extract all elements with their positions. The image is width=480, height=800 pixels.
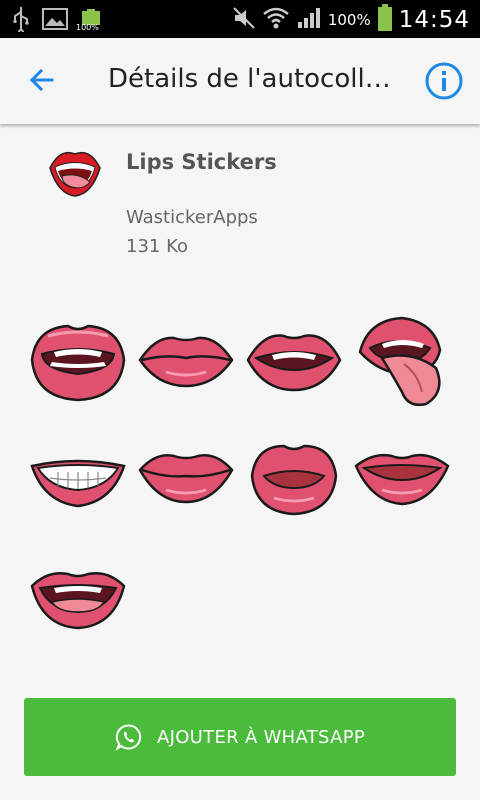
whatsapp-icon xyxy=(115,724,142,751)
sticker-open-mouth-teeth[interactable] xyxy=(28,314,128,410)
signal-icon xyxy=(296,6,322,34)
add-to-whatsapp-label: AJOUTER À WHATSAPP xyxy=(156,726,366,748)
clock: 14:54 xyxy=(398,7,470,33)
back-button[interactable] xyxy=(24,62,60,98)
mute-icon xyxy=(232,6,256,34)
sticker-open-lips-tongue[interactable] xyxy=(28,556,128,652)
usb-icon xyxy=(12,6,30,36)
pack-tray-icon xyxy=(46,142,104,200)
arrow-left-icon xyxy=(29,68,54,92)
sticker-tongue-out[interactable] xyxy=(352,312,452,408)
sticker-pout-lips[interactable] xyxy=(244,432,344,528)
add-to-whatsapp-button[interactable]: AJOUTER À WHATSAPP xyxy=(24,698,456,776)
battery-percent: 100% xyxy=(327,11,371,29)
sticker-closed-lips-2[interactable] xyxy=(136,432,236,528)
battery-icon xyxy=(377,4,393,36)
pack-publisher: WastickerApps xyxy=(126,207,258,228)
sticker-closed-lips[interactable] xyxy=(136,314,236,410)
sticker-smile-teeth[interactable] xyxy=(28,432,128,528)
sticker-parted-lips-teeth[interactable] xyxy=(244,314,344,410)
status-bar-right: 100% 14:54 xyxy=(232,4,470,36)
pack-name: Lips Stickers xyxy=(126,150,277,174)
app-bar: Détails de l'autocoll… xyxy=(0,38,480,124)
battery-small-label: 100% xyxy=(76,23,99,32)
info-button[interactable] xyxy=(424,61,464,101)
wifi-icon xyxy=(262,6,290,34)
status-bar: 100% 100% 14:54 xyxy=(0,0,480,38)
image-icon xyxy=(42,8,68,34)
pack-size: 131 Ko xyxy=(126,236,188,257)
battery-small-icon: 100% xyxy=(76,9,102,33)
sticker-slim-lips[interactable] xyxy=(352,432,452,528)
page-title: Détails de l'autocoll… xyxy=(108,64,391,94)
info-circle-icon xyxy=(425,62,463,100)
status-bar-left: 100% xyxy=(12,6,102,36)
